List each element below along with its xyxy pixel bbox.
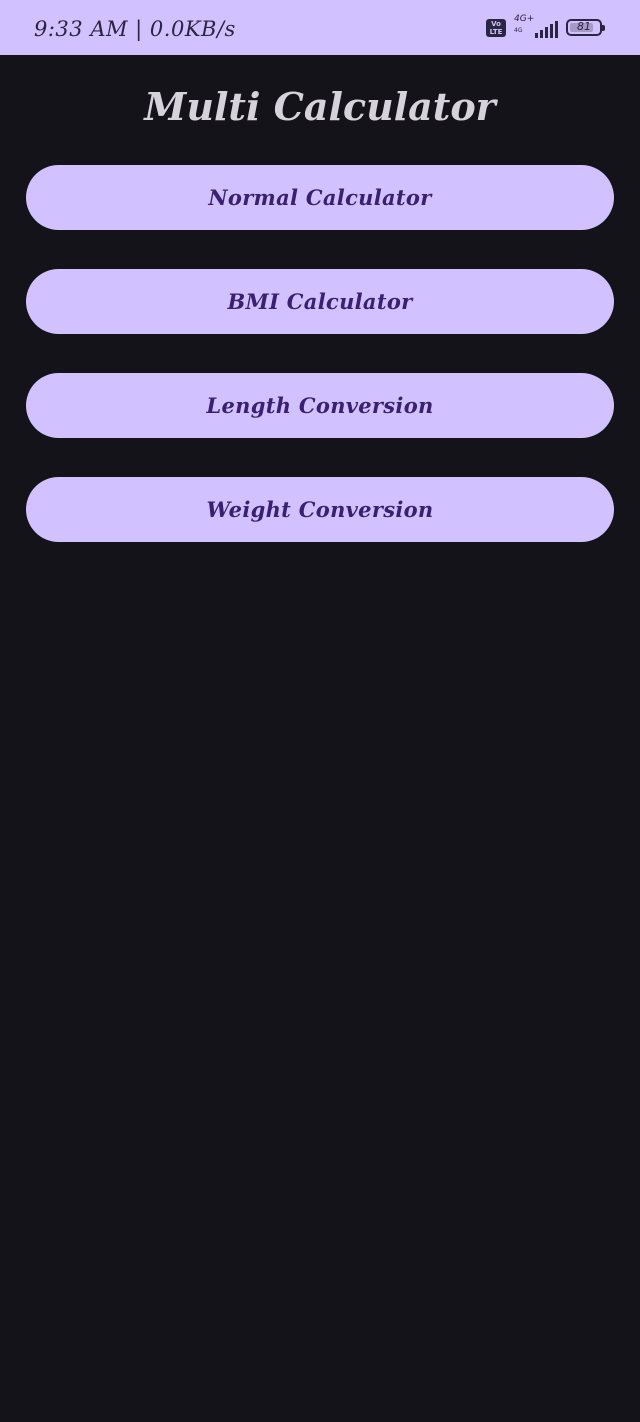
calculator-menu: Normal Calculator BMI Calculator Length … bbox=[26, 165, 614, 581]
signal-bar bbox=[550, 23, 553, 38]
signal-bar bbox=[555, 20, 558, 38]
weight-conversion-button[interactable]: Weight Conversion bbox=[26, 477, 614, 542]
status-time-speed: 9:33 AM | 0.0KB/s bbox=[34, 16, 236, 41]
signal-bar bbox=[540, 29, 543, 38]
page-title: Multi Calculator bbox=[144, 84, 496, 129]
bmi-calculator-button[interactable]: BMI Calculator bbox=[26, 269, 614, 334]
signal-bar bbox=[535, 32, 538, 38]
signal-bars bbox=[535, 20, 558, 38]
length-conversion-button[interactable]: Length Conversion bbox=[26, 373, 614, 438]
signal-icon: 4G+ 4G bbox=[514, 13, 558, 39]
volte-icon: Vo LTE bbox=[486, 18, 506, 37]
battery-level-text: 81 bbox=[577, 20, 591, 33]
network-type-label: 4G+ bbox=[514, 13, 535, 24]
battery-icon: 81 bbox=[566, 19, 605, 36]
signal-bar bbox=[545, 26, 548, 38]
network-sub-label: 4G bbox=[514, 26, 523, 34]
status-bar: 9:33 AM | 0.0KB/s Vo LTE 4G+ 4G 81 bbox=[0, 0, 640, 55]
normal-calculator-button[interactable]: Normal Calculator bbox=[26, 165, 614, 230]
status-icons: Vo LTE 4G+ 4G 81 bbox=[486, 13, 606, 39]
